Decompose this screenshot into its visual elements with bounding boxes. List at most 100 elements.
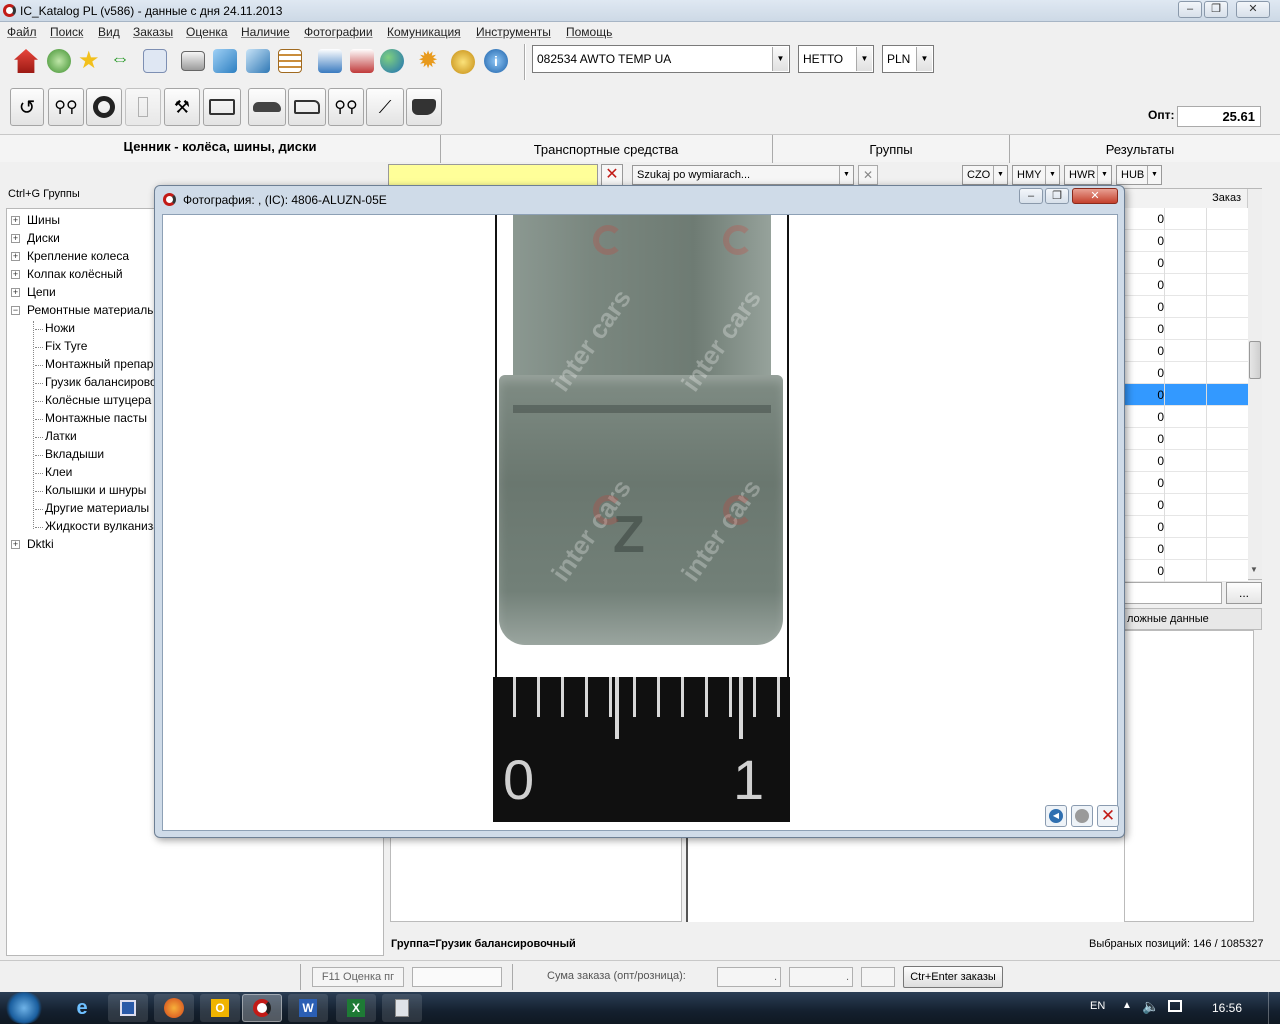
- row-cell[interactable]: [1164, 406, 1206, 428]
- car-button[interactable]: [248, 88, 286, 126]
- results-scrollbar[interactable]: ▼: [1247, 189, 1262, 579]
- gear-icon[interactable]: ✹: [418, 46, 438, 75]
- home-icon[interactable]: [14, 49, 38, 73]
- row-cell[interactable]: [1206, 208, 1248, 230]
- table-row[interactable]: 0: [1124, 230, 1248, 252]
- outlook-icon[interactable]: O: [200, 994, 240, 1022]
- row-cell[interactable]: [1206, 296, 1248, 318]
- more-button[interactable]: ...: [1226, 582, 1262, 604]
- dimension-search-select[interactable]: Szukaj po wymiarach... ▼: [632, 165, 854, 185]
- table-row[interactable]: 0: [1124, 406, 1248, 428]
- export-icon[interactable]: [246, 49, 270, 73]
- row-cell[interactable]: [1164, 560, 1206, 582]
- printer-icon[interactable]: [181, 51, 205, 71]
- table-row[interactable]: 0: [1124, 362, 1248, 384]
- tree-expander-icon[interactable]: +: [11, 540, 20, 549]
- close-button[interactable]: ✕: [1236, 1, 1270, 18]
- tab-results[interactable]: Результаты: [1010, 142, 1270, 157]
- list-icon[interactable]: [278, 49, 302, 73]
- row-cell[interactable]: [1206, 230, 1248, 252]
- place-order-button[interactable]: Ctr+Enter заказы: [903, 966, 1003, 988]
- table-row[interactable]: 0: [1124, 296, 1248, 318]
- menu-photos[interactable]: Фотографии: [304, 25, 373, 39]
- row-cell[interactable]: [1164, 296, 1206, 318]
- truck-button[interactable]: [203, 88, 241, 126]
- tractor-button[interactable]: [406, 88, 442, 126]
- table-row[interactable]: 0: [1124, 340, 1248, 362]
- row-cell[interactable]: [1164, 208, 1206, 230]
- czo-select[interactable]: CZO ▼: [962, 165, 1008, 185]
- tree-expander-icon[interactable]: +: [11, 216, 20, 225]
- hwr-select[interactable]: HWR ▼: [1064, 165, 1112, 185]
- tree-item[interactable]: Колёсные штуцера: [45, 393, 151, 407]
- show-desktop-button[interactable]: [1268, 992, 1280, 1024]
- tree-expander-icon[interactable]: +: [11, 288, 20, 297]
- menu-orders[interactable]: Заказы: [133, 25, 173, 39]
- refresh-icon[interactable]: [47, 49, 71, 73]
- row-cell[interactable]: [1206, 472, 1248, 494]
- tree-item[interactable]: Вкладыши: [45, 447, 104, 461]
- menu-availability[interactable]: Наличие: [241, 25, 290, 39]
- pen-icon[interactable]: [213, 49, 237, 73]
- tree-item[interactable]: Клеи: [45, 465, 72, 479]
- row-cell[interactable]: [1206, 560, 1248, 582]
- price-type-select[interactable]: НЕТТО ▼: [798, 45, 874, 73]
- table-row[interactable]: 0: [1124, 208, 1248, 230]
- tree-expander-icon[interactable]: +: [11, 234, 20, 243]
- clock[interactable]: 16:56: [1212, 1001, 1242, 1015]
- quad-button[interactable]: ⚲⚲: [328, 88, 364, 126]
- filter-input[interactable]: [388, 164, 598, 186]
- user-upload-icon[interactable]: [318, 49, 342, 73]
- van-button[interactable]: [288, 88, 326, 126]
- language-indicator[interactable]: EN: [1090, 1000, 1105, 1012]
- menu-search[interactable]: Поиск: [50, 25, 83, 39]
- close-photo-button[interactable]: ✕: [1097, 805, 1119, 827]
- hmy-select[interactable]: HMY ▼: [1012, 165, 1060, 185]
- tree-expander-icon[interactable]: +: [11, 252, 20, 261]
- row-cell[interactable]: [1206, 362, 1248, 384]
- firefox-icon[interactable]: [154, 994, 194, 1022]
- tree-item[interactable]: Монтажные пасты: [45, 411, 147, 425]
- row-cell[interactable]: [1164, 384, 1206, 406]
- table-row[interactable]: 0: [1124, 450, 1248, 472]
- previous-photo-button[interactable]: ◀: [1045, 805, 1067, 827]
- tool-button[interactable]: ⟋: [366, 88, 404, 126]
- row-cell[interactable]: [1164, 450, 1206, 472]
- clear-filter-icon[interactable]: ✕: [601, 164, 623, 186]
- tyre-button[interactable]: [86, 88, 122, 126]
- row-cell[interactable]: [1164, 538, 1206, 560]
- tree-item[interactable]: Fix Tyre: [45, 339, 87, 353]
- arrows-icon[interactable]: ⇔: [110, 48, 130, 71]
- row-cell[interactable]: [1164, 516, 1206, 538]
- row-cell[interactable]: [1164, 428, 1206, 450]
- table-row[interactable]: 0: [1124, 516, 1248, 538]
- table-row[interactable]: 0: [1124, 384, 1248, 406]
- tree-item[interactable]: Цепи: [27, 285, 56, 299]
- row-cell[interactable]: [1206, 340, 1248, 362]
- hub-select[interactable]: HUB ▼: [1116, 165, 1162, 185]
- tree-item[interactable]: Колпак колёсный: [27, 267, 123, 281]
- row-cell[interactable]: [1206, 274, 1248, 296]
- row-cell[interactable]: [1164, 318, 1206, 340]
- ic-katalog-icon[interactable]: [242, 994, 282, 1022]
- dialog-minimize-button[interactable]: –: [1019, 188, 1043, 204]
- row-cell[interactable]: [1206, 252, 1248, 274]
- stop-button[interactable]: [1071, 805, 1093, 827]
- globe-icon[interactable]: [380, 49, 404, 73]
- ie-icon[interactable]: e: [62, 994, 102, 1022]
- tree-item[interactable]: Крепление колеса: [27, 249, 129, 263]
- menu-tools[interactable]: Инструменты: [476, 25, 551, 39]
- row-cell[interactable]: [1164, 494, 1206, 516]
- row-cell[interactable]: [1164, 362, 1206, 384]
- table-row[interactable]: 0: [1124, 252, 1248, 274]
- row-cell[interactable]: [1206, 494, 1248, 516]
- save-icon[interactable]: [108, 994, 148, 1022]
- row-cell[interactable]: [1164, 252, 1206, 274]
- menu-help[interactable]: Помощь: [566, 25, 612, 39]
- info-icon[interactable]: i: [484, 49, 508, 73]
- estimate-field[interactable]: [412, 967, 502, 987]
- star-icon[interactable]: ★: [78, 46, 100, 75]
- results-input[interactable]: [1124, 582, 1222, 604]
- tools-button[interactable]: ⚒: [164, 88, 200, 126]
- all-vehicles-button[interactable]: ↺: [10, 88, 44, 126]
